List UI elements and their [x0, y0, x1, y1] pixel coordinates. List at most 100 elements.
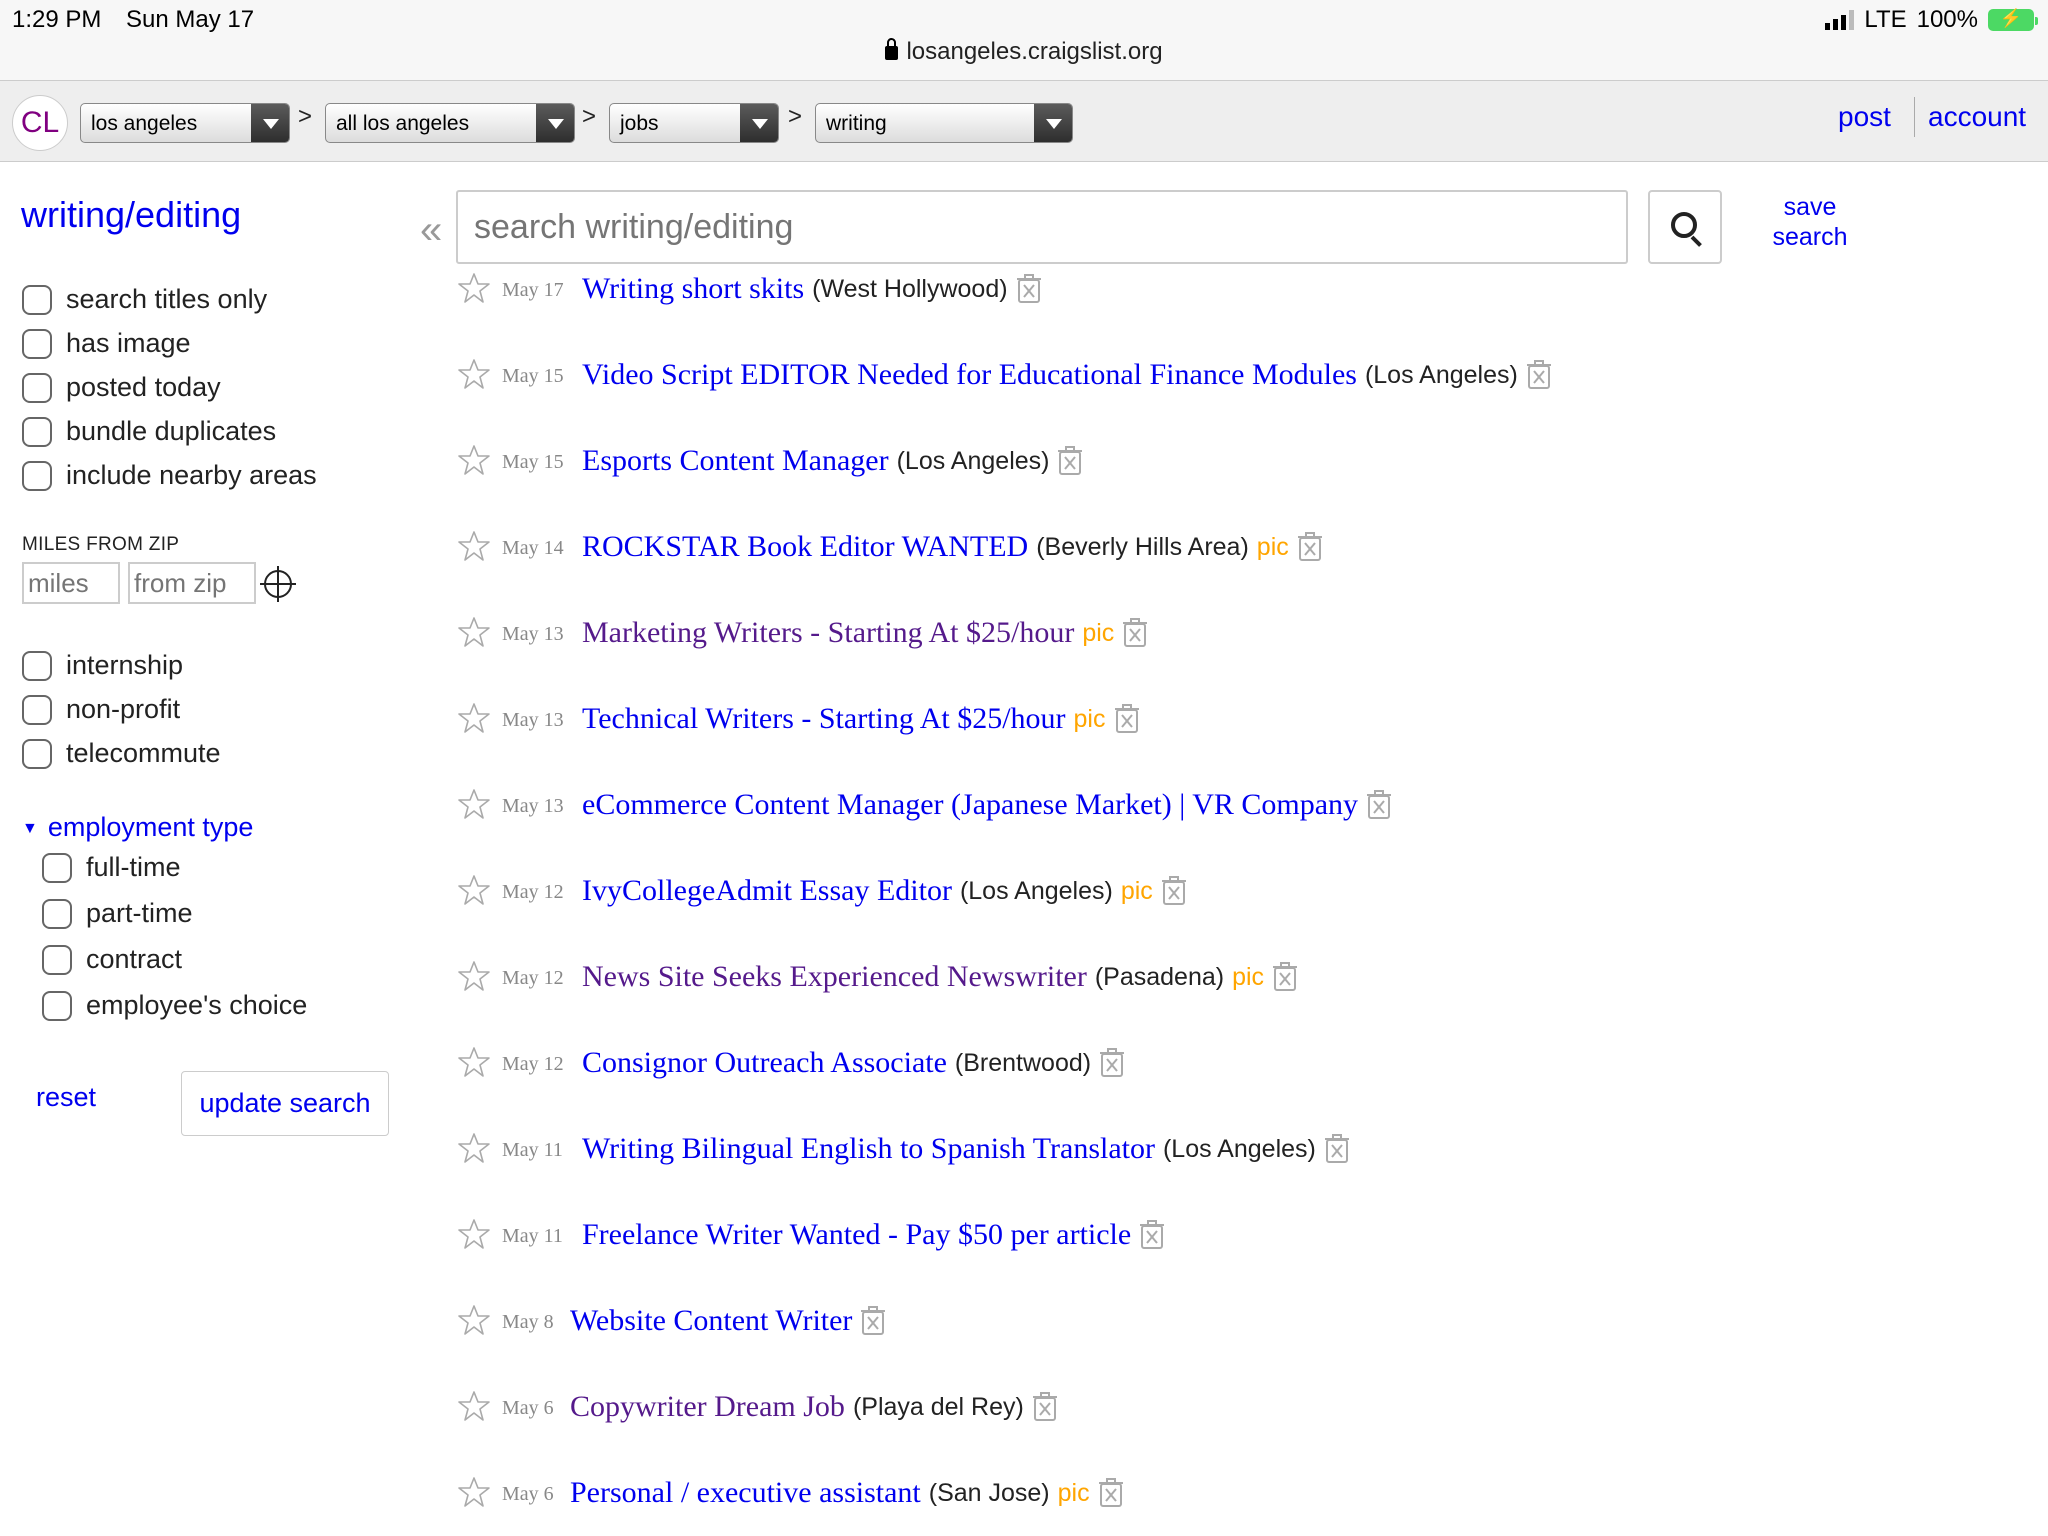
result-title-link[interactable]: Copywriter Dream Job: [570, 1390, 845, 1424]
hide-icon[interactable]: [1139, 1220, 1165, 1250]
miles-input[interactable]: [22, 562, 120, 604]
filter-include-nearby-areas[interactable]: include nearby areas: [22, 460, 317, 491]
result-date: May 8: [502, 1311, 554, 1333]
employment-employees-choice[interactable]: employee's choice: [42, 990, 307, 1021]
result-title-link[interactable]: Freelance Writer Wanted - Pay $50 per ar…: [582, 1218, 1131, 1252]
hide-icon[interactable]: [1161, 876, 1187, 906]
hide-icon[interactable]: [1032, 1392, 1058, 1422]
result-title-link[interactable]: Consignor Outreach Associate: [582, 1046, 947, 1080]
post-link[interactable]: post: [1838, 101, 1891, 133]
category-select[interactable]: jobs: [609, 103, 779, 143]
account-link[interactable]: account: [1928, 101, 2026, 133]
header-divider: [1914, 97, 1915, 137]
checkbox[interactable]: [22, 694, 52, 725]
star-icon[interactable]: [458, 444, 490, 476]
zip-input[interactable]: [128, 562, 256, 604]
save-search-link[interactable]: save search: [1750, 192, 1870, 252]
filter-has-image[interactable]: has image: [22, 328, 191, 359]
star-icon[interactable]: [458, 1132, 490, 1164]
star-icon[interactable]: [458, 272, 490, 304]
chevron-down-icon: [1034, 104, 1072, 142]
result-row: May 17 Writing short skits (West Hollywood…: [458, 269, 1042, 309]
subcategory-select[interactable]: writing: [815, 103, 1073, 143]
result-title-link[interactable]: Writing short skits: [582, 272, 804, 306]
checkbox[interactable]: [42, 990, 72, 1021]
checkbox[interactable]: [42, 852, 72, 883]
location-target-icon[interactable]: [260, 566, 296, 602]
star-icon[interactable]: [458, 702, 490, 734]
star-icon[interactable]: [458, 1218, 490, 1250]
reset-link[interactable]: reset: [36, 1082, 96, 1113]
hide-icon[interactable]: [1114, 704, 1140, 734]
star-icon[interactable]: [458, 874, 490, 906]
address-bar[interactable]: losangeles.craigslist.org: [0, 38, 2048, 66]
result-title-link[interactable]: IvyCollegeAdmit Essay Editor: [582, 874, 952, 908]
result-title-link[interactable]: eCommerce Content Manager (Japanese Mark…: [582, 788, 1358, 822]
employment-part-time[interactable]: part-time: [42, 898, 193, 929]
checkbox[interactable]: [22, 328, 52, 359]
area-select[interactable]: los angeles: [80, 103, 290, 143]
star-icon[interactable]: [458, 960, 490, 992]
employment-contract[interactable]: contract: [42, 944, 182, 975]
checkbox[interactable]: [42, 898, 72, 929]
result-title-link[interactable]: Video Script EDITOR Needed for Education…: [582, 358, 1357, 392]
employment-full-time[interactable]: full-time: [42, 852, 181, 883]
result-date: May 6: [502, 1397, 554, 1419]
filter-posted-today[interactable]: posted today: [22, 372, 221, 403]
filter-internship[interactable]: internship: [22, 650, 183, 681]
hide-icon[interactable]: [1098, 1478, 1124, 1508]
chevron-down-icon: [536, 104, 574, 142]
hide-icon[interactable]: [860, 1306, 886, 1336]
collapse-sidebar-icon[interactable]: «: [420, 208, 442, 253]
star-icon[interactable]: [458, 616, 490, 648]
result-title-link[interactable]: Marketing Writers - Starting At $25/hour: [582, 616, 1074, 650]
result-row: May 6 Personal / executive assistant (San …: [458, 1473, 1124, 1513]
result-date: May 14: [502, 537, 564, 559]
craigslist-logo[interactable]: CL: [12, 95, 68, 151]
status-bar: 1:29 PM Sun May 17 LTE 100% ⚡ losangeles…: [0, 0, 2048, 80]
hide-icon[interactable]: [1297, 532, 1323, 562]
star-icon[interactable]: [458, 530, 490, 562]
filter-non-profit[interactable]: non-profit: [22, 694, 180, 725]
filter-search-titles-only[interactable]: search titles only: [22, 284, 267, 315]
update-search-button[interactable]: update search: [181, 1071, 389, 1136]
filter-bundle-duplicates[interactable]: bundle duplicates: [22, 416, 276, 447]
hide-icon[interactable]: [1324, 1134, 1350, 1164]
checkbox[interactable]: [42, 944, 72, 975]
result-title-link[interactable]: News Site Seeks Experienced Newswriter: [582, 960, 1087, 994]
checkbox[interactable]: [22, 372, 52, 403]
result-title-link[interactable]: Technical Writers - Starting At $25/hour: [582, 702, 1066, 736]
result-title-link[interactable]: Website Content Writer: [570, 1304, 852, 1338]
star-icon[interactable]: [458, 1046, 490, 1078]
hide-icon[interactable]: [1272, 962, 1298, 992]
result-title-link[interactable]: Esports Content Manager: [582, 444, 889, 478]
checkbox[interactable]: [22, 738, 52, 769]
star-icon[interactable]: [458, 1304, 490, 1336]
filter-label: full-time: [86, 852, 181, 882]
result-title-link[interactable]: Writing Bilingual English to Spanish Tra…: [582, 1132, 1155, 1166]
result-title-link[interactable]: ROCKSTAR Book Editor WANTED: [582, 530, 1028, 564]
result-title-link[interactable]: Personal / executive assistant: [570, 1476, 921, 1510]
battery-percent: 100%: [1916, 6, 1978, 33]
hide-icon[interactable]: [1526, 360, 1552, 390]
hide-icon[interactable]: [1099, 1048, 1125, 1078]
result-pic-tag: pic: [1073, 704, 1106, 733]
star-icon[interactable]: [458, 788, 490, 820]
hide-icon[interactable]: [1366, 790, 1392, 820]
subarea-select[interactable]: all los angeles: [325, 103, 575, 143]
hide-icon[interactable]: [1122, 618, 1148, 648]
hide-icon[interactable]: [1016, 274, 1042, 304]
employment-type-toggle[interactable]: ▼ employment type: [22, 812, 253, 843]
checkbox[interactable]: [22, 416, 52, 447]
star-icon[interactable]: [458, 358, 490, 390]
star-icon[interactable]: [458, 1476, 490, 1508]
search-input[interactable]: [456, 190, 1628, 264]
filter-telecommute[interactable]: telecommute: [22, 738, 221, 769]
checkbox[interactable]: [22, 460, 52, 491]
checkbox[interactable]: [22, 284, 52, 315]
star-icon[interactable]: [458, 1390, 490, 1422]
hide-icon[interactable]: [1057, 446, 1083, 476]
category-title[interactable]: writing/editing: [21, 194, 241, 236]
search-button[interactable]: [1648, 190, 1722, 264]
checkbox[interactable]: [22, 650, 52, 681]
